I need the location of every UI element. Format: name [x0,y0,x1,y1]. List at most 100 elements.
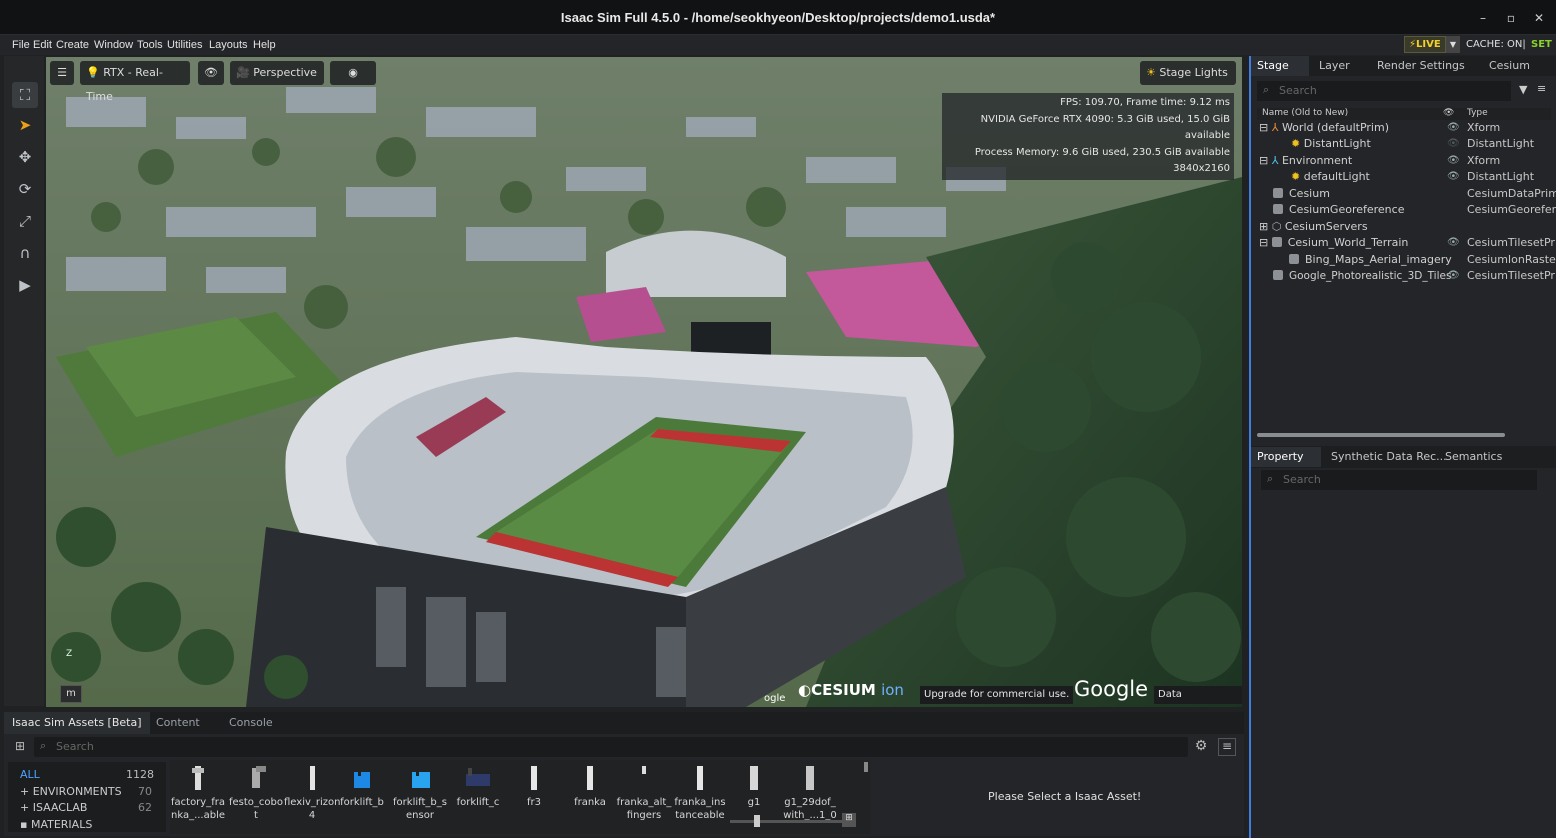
menu-tools[interactable]: Tools [137,35,163,55]
grid-icon[interactable]: ⊞ [842,813,856,827]
category-all-count: 1128 [126,768,154,781]
eye-icon[interactable]: 👁 [198,61,224,85]
tree-row-world[interactable]: ⊟ ⅄ World (defaultPrim) 👁 Xform [1257,120,1553,136]
slider-handle[interactable] [754,815,760,827]
row-type: CesiumDataPrim [1467,187,1556,200]
asset-item[interactable]: festo_cobo t [228,764,284,822]
camera-button[interactable]: 🎥 Perspective [230,61,324,85]
live-button[interactable]: ⚡LIVE [1404,36,1446,53]
asset-item[interactable]: forklift_b_s ensor [392,764,448,822]
tree-row-cesium[interactable]: Cesium CesiumDataPrim [1257,186,1556,202]
row-name: Cesium_World_Terrain [1287,236,1409,249]
menu-layouts[interactable]: Layouts [209,35,248,55]
audio-icon[interactable]: ◉ [330,61,376,85]
tab-semantics-schema[interactable]: Semantics Schema... [1445,447,1556,483]
menu-help[interactable]: Help [253,35,276,55]
asset-item[interactable]: factory_fra nka_...able [170,764,226,822]
tree-row-google-tiles[interactable]: Google_Photorealistic_3D_Tiles 👁 CesiumTil… [1257,268,1555,284]
tab-layer[interactable]: Layer [1319,56,1350,76]
visibility-icon[interactable]: 👁 [1447,136,1460,152]
xform-icon: ⅄ [1271,154,1279,167]
asset-item[interactable]: franka_alt_ fingers [616,764,672,822]
filter-icon[interactable]: ▼ [1519,83,1527,96]
thumbnail-size-slider[interactable] [730,820,850,823]
cache-status[interactable]: CACHE: ON| [1466,35,1526,55]
tree-row-cesiumgeoreference[interactable]: CesiumGeoreference CesiumGeorefer [1257,202,1556,218]
stage-horizontal-scrollbar[interactable] [1257,433,1505,437]
tree-row-distantlight[interactable]: ✹ DistantLight 👁 DistantLight [1257,136,1553,152]
tab-property[interactable]: Property [1251,447,1321,467]
menu-window[interactable]: Window [94,35,133,55]
bulb-icon: 💡 [86,66,100,79]
stage-search-input[interactable]: ⌕ Search [1257,81,1511,101]
tree-row-world-terrain[interactable]: ⊟ Cesium_World_Terrain 👁 CesiumTilesetPr [1257,235,1555,251]
asset-item[interactable]: fr3 [506,764,562,809]
close-icon[interactable]: ✕ [1529,8,1549,28]
category-environments-count: 70 [138,785,152,798]
tree-row-cesiumservers[interactable]: ⊞ ⬡ CesiumServers [1257,219,1553,235]
col-name[interactable]: Name (Old to New) [1262,108,1348,118]
tree-row-environment[interactable]: ⊟ ⅄ Environment 👁 Xform [1257,153,1553,169]
category-isaaclab[interactable]: + ISAACLAB [20,801,87,814]
visibility-icon[interactable]: 👁 [1447,235,1460,251]
list-view-icon[interactable]: ≡ [1218,738,1236,756]
tab-isaac-sim-assets[interactable]: Isaac Sim Assets [Beta] [4,712,150,734]
visibility-icon[interactable]: 👁 [1447,120,1460,136]
maximize-icon[interactable]: ▫ [1501,8,1521,28]
assets-scrollbar[interactable] [864,762,868,772]
play-icon[interactable]: ▶ [12,272,38,298]
set-status[interactable]: SET [1531,35,1552,55]
tree-row-defaultlight[interactable]: ✹ defaultLight 👁 DistantLight [1257,169,1553,185]
renderer-button[interactable]: 💡 RTX - Real-Time [80,61,190,103]
asset-item[interactable]: franka [562,764,618,809]
assets-search-input[interactable]: ⌕ Search [34,737,1188,757]
upgrade-note[interactable]: Upgrade for commercial use. [920,686,1074,704]
visibility-icon[interactable]: 👁 [1447,169,1460,185]
move-icon[interactable]: ✥ [12,144,38,170]
menu-utilities[interactable]: Utilities [167,35,202,55]
asset-item[interactable]: flexiv_rizon 4 [284,764,340,822]
menu-edit[interactable]: Edit [33,35,52,55]
minimize-icon[interactable]: – [1473,8,1493,28]
data-attribution-button[interactable]: Data Attribution [1154,686,1242,704]
visibility-icon[interactable]: 👁 [1447,153,1460,169]
asset-name-2: fingers [626,810,662,821]
asset-item[interactable]: forklift_b [334,764,390,809]
robot-arm-icon [680,764,720,792]
tab-stage[interactable]: Stage [1251,56,1309,76]
stage-lights-button[interactable]: ☀ Stage Lights [1140,61,1236,85]
asset-item[interactable]: g1_29dof_ with_...1_0 [782,764,838,822]
m-button[interactable]: m [60,685,82,703]
tab-cesium[interactable]: Cesium [1489,56,1530,76]
tab-render-settings[interactable]: Render Settings [1377,56,1465,76]
scale-icon[interactable]: ⤢ [12,208,38,234]
stage-menu-icon[interactable]: ≡ [1537,82,1546,95]
select-arrow-icon[interactable]: ➤ [12,112,38,138]
property-search-input[interactable]: ⌕ Search [1261,470,1537,490]
collapse-icon: ⊟ [1259,154,1269,167]
live-label: LIVE [1416,39,1441,50]
asset-item[interactable]: franka_ins tanceable [672,764,728,822]
menu-create[interactable]: Create [56,35,89,55]
category-all[interactable]: ALL [20,768,40,781]
tab-synthetic-data[interactable]: Synthetic Data Rec... [1331,447,1447,467]
tab-content[interactable]: Content [148,712,208,734]
select-mode-icon[interactable]: ⛶ [12,82,38,108]
menu-file[interactable]: File [12,35,30,55]
category-environments[interactable]: + ENVIRONMENTS [20,785,122,798]
live-dropdown-icon[interactable]: ▼ [1446,36,1460,53]
viewport[interactable]: ☰ 💡 RTX - Real-Time 👁 🎥 Perspective ◉ ☀ … [46,57,1242,707]
asset-item[interactable]: g1 [726,764,782,809]
filter-tree-icon[interactable]: ⊞ [10,739,30,755]
viewport-settings-icon[interactable]: ☰ [50,61,74,85]
visibility-icon[interactable]: 👁 [1447,268,1460,284]
rotate-icon[interactable]: ⟳ [12,176,38,202]
snap-icon[interactable]: ∩ [12,240,38,266]
category-materials[interactable]: ▪ MATERIALS [20,818,92,831]
asset-item[interactable]: forklift_c [450,764,506,809]
col-type[interactable]: Type [1467,108,1488,118]
tab-console[interactable]: Console [221,712,281,734]
tree-row-bing-maps[interactable]: Bing_Maps_Aerial_imagery CesiumIonRaste [1257,252,1556,268]
gear-icon[interactable]: ⚙ [1192,738,1210,756]
prim-icon [1289,254,1299,264]
